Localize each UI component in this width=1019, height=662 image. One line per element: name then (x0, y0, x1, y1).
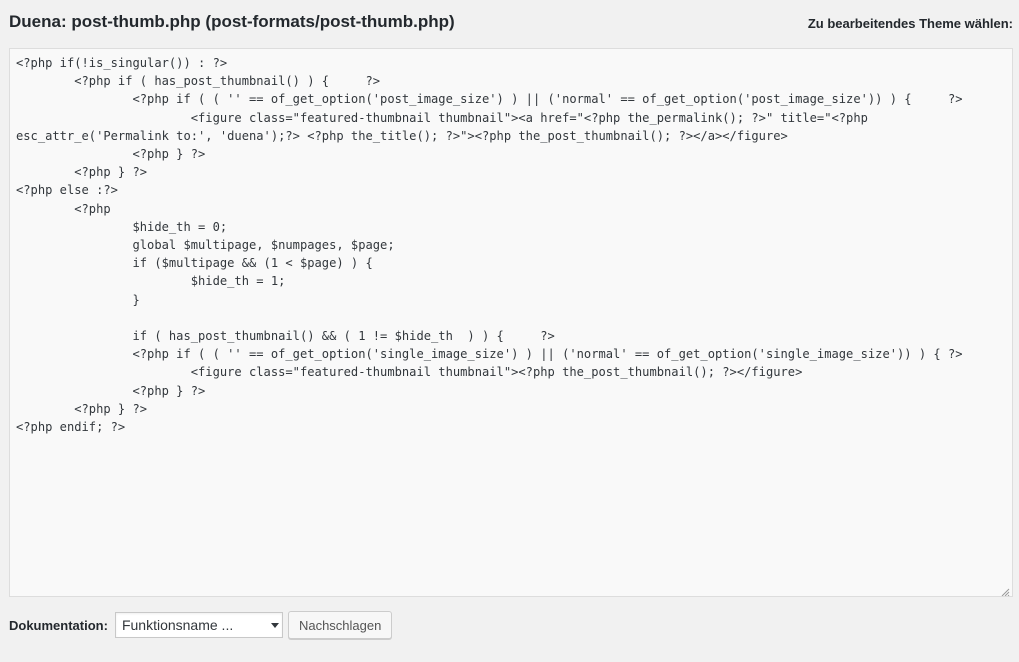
theme-editor-page: Duena: post-thumb.php (post-formats/post… (0, 0, 1019, 662)
documentation-row: Dokumentation: Funktionsname ... Nachsch… (9, 611, 393, 639)
documentation-label: Dokumentation: (9, 617, 108, 633)
function-name-select[interactable]: Funktionsname ... (114, 612, 283, 638)
page-title: Duena: post-thumb.php (post-formats/post… (9, 12, 455, 31)
code-editor[interactable]: <?php if(!is_singular()) : ?> <?php if (… (9, 48, 1013, 597)
function-name-select-value: Funktionsname ... (121, 617, 234, 633)
chevron-down-icon[interactable] (268, 613, 282, 637)
lookup-button[interactable]: Nachschlagen (287, 611, 393, 639)
resize-grip-icon[interactable] (1000, 584, 1010, 596)
theme-select-label: Zu bearbeitendes Theme wählen: (807, 16, 1013, 31)
code-content[interactable]: <?php if(!is_singular()) : ?> <?php if (… (10, 49, 1012, 441)
